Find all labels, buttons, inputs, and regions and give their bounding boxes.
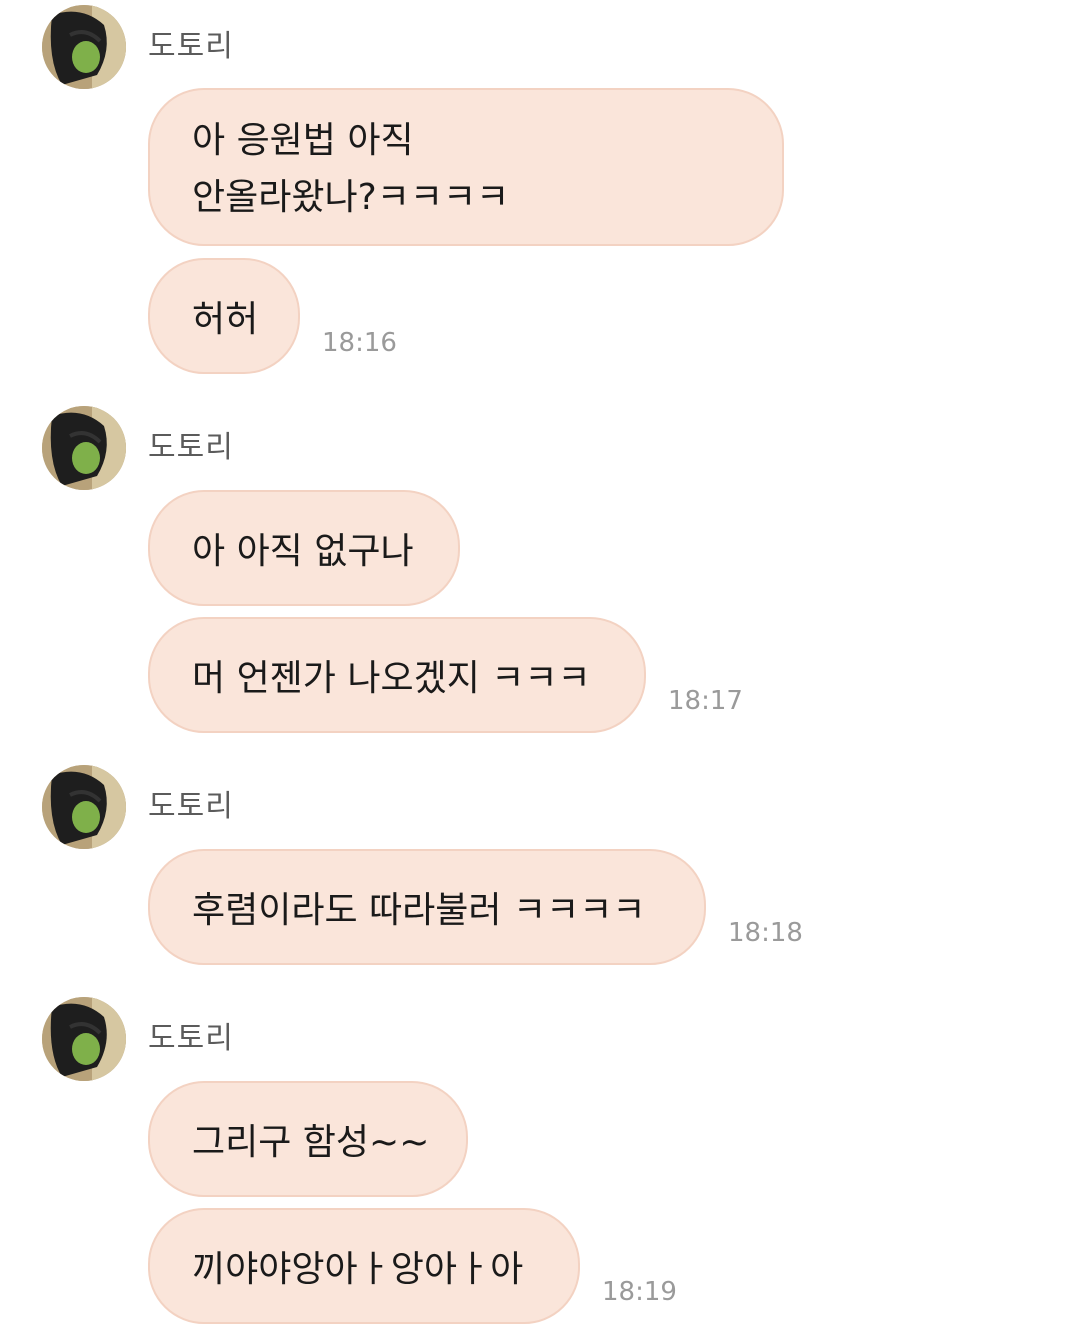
avatar[interactable] bbox=[42, 997, 126, 1081]
profile-photo bbox=[42, 997, 126, 1081]
avatar[interactable] bbox=[42, 765, 126, 849]
message-bubble[interactable]: 아 아직 없구나 bbox=[148, 490, 460, 606]
message-text: 머 언젠가 나오겠지 ㅋㅋㅋ bbox=[192, 658, 591, 699]
sender-name: 도토리 bbox=[148, 789, 234, 824]
message-line: 안올라왔나?ㅋㅋㅋㅋ bbox=[192, 177, 510, 218]
message-bubble[interactable]: 끼야야앙아ㅏ앙아ㅏ아 bbox=[148, 1208, 580, 1324]
profile-photo bbox=[42, 765, 126, 849]
message-timestamp: 18:19 bbox=[602, 1277, 677, 1307]
message-text: 아 아직 없구나 bbox=[192, 531, 414, 572]
message-bubble[interactable]: 허허 bbox=[148, 258, 300, 374]
message-timestamp: 18:18 bbox=[728, 918, 803, 948]
message-text: 끼야야앙아ㅏ앙아ㅏ아 bbox=[192, 1249, 524, 1290]
profile-photo bbox=[42, 5, 126, 89]
sender-name: 도토리 bbox=[148, 1021, 234, 1056]
sender-name: 도토리 bbox=[148, 29, 234, 64]
message-text: 후렴이라도 따라불러 ㅋㅋㅋㅋ bbox=[192, 890, 646, 931]
message-text: 허허 bbox=[192, 299, 259, 340]
message-text: 그리구 함성~~ bbox=[192, 1122, 430, 1163]
avatar[interactable] bbox=[42, 406, 126, 490]
message-timestamp: 18:16 bbox=[322, 328, 397, 358]
sender-name: 도토리 bbox=[148, 430, 234, 465]
message-bubble[interactable]: 머 언젠가 나오겠지 ㅋㅋㅋ bbox=[148, 617, 646, 733]
message-bubble[interactable]: 아 응원법 아직 안올라왔나?ㅋㅋㅋㅋ bbox=[148, 88, 784, 246]
profile-photo bbox=[42, 406, 126, 490]
message-bubble[interactable]: 후렴이라도 따라불러 ㅋㅋㅋㅋ bbox=[148, 849, 706, 965]
message-timestamp: 18:17 bbox=[668, 686, 743, 716]
avatar[interactable] bbox=[42, 5, 126, 89]
message-line: 아 응원법 아직 bbox=[192, 120, 414, 161]
message-bubble[interactable]: 그리구 함성~~ bbox=[148, 1081, 468, 1197]
